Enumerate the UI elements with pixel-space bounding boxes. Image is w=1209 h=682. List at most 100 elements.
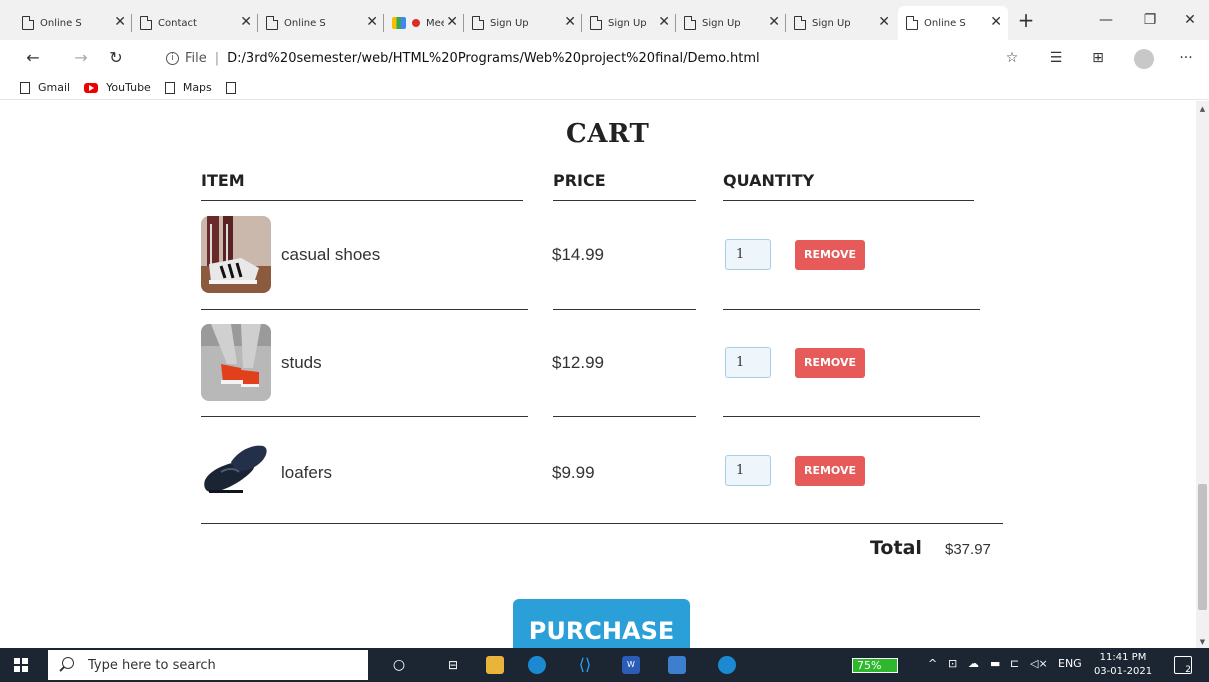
- page-icon: [164, 81, 175, 94]
- url-scheme: File: [185, 50, 207, 66]
- tab-title: Contact U: [158, 17, 200, 29]
- remove-button[interactable]: REMOVE: [795, 456, 865, 486]
- quantity-input[interactable]: 1: [725, 347, 771, 378]
- tab-title: Sign Up F: [608, 17, 650, 29]
- file-explorer-icon[interactable]: [486, 656, 504, 674]
- tab-title: Online Sh: [284, 17, 326, 29]
- network-icon[interactable]: ⊏: [1010, 657, 1019, 670]
- cortana-icon[interactable]: ○: [390, 656, 408, 674]
- teams-icon[interactable]: [668, 656, 686, 674]
- page-icon: [906, 16, 918, 30]
- browser-tab[interactable]: Contact U ✕: [132, 8, 258, 38]
- refresh-icon[interactable]: ↻: [105, 48, 127, 68]
- tab-title: Sign Up F: [702, 17, 744, 29]
- scrollbar-thumb[interactable]: [1198, 484, 1207, 610]
- word-icon[interactable]: W: [622, 656, 640, 674]
- windows-taskbar: Type here to search ○ ⊟ ⟨⟩ W 75% ^ ⊡ ☁ ▬…: [0, 648, 1209, 682]
- browser-tab[interactable]: Sign Up F ✕: [786, 8, 896, 38]
- bookmark-label: YouTube: [106, 81, 151, 94]
- divider: [723, 416, 980, 417]
- profile-avatar-icon[interactable]: [1134, 49, 1154, 69]
- column-header-item: ITEM: [201, 171, 245, 190]
- divider: [201, 309, 528, 310]
- minimize-icon[interactable]: —: [1096, 10, 1116, 30]
- divider: [201, 200, 523, 201]
- clock-time: 11:41 PM: [1099, 652, 1147, 663]
- bookmark-youtube[interactable]: YouTube: [84, 81, 151, 94]
- more-options-icon[interactable]: ···: [1176, 48, 1196, 68]
- info-icon[interactable]: i: [166, 51, 179, 65]
- language-indicator[interactable]: ENG: [1058, 657, 1082, 670]
- browser-tab[interactable]: Sign Up F ✕: [582, 8, 676, 38]
- item-name: studs: [281, 353, 322, 372]
- close-tab-icon[interactable]: ✕: [990, 14, 1002, 30]
- taskbar-clock[interactable]: 11:41 PM 03-01-2021: [1093, 651, 1153, 679]
- bookmark-label: Gmail: [38, 81, 71, 94]
- back-arrow-icon[interactable]: ←: [22, 48, 44, 68]
- tray-app-icon[interactable]: ⊡: [948, 657, 957, 670]
- product-image-loafers: [201, 432, 271, 509]
- divider: [553, 309, 696, 310]
- divider: [553, 416, 696, 417]
- close-tab-icon[interactable]: ✕: [658, 14, 670, 30]
- item-name: loafers: [281, 463, 333, 482]
- show-hidden-icons-icon[interactable]: ^: [928, 657, 937, 670]
- close-tab-icon[interactable]: ✕: [114, 14, 126, 30]
- scroll-down-arrow-icon[interactable]: ▼: [1196, 638, 1209, 646]
- forward-arrow-icon[interactable]: →: [70, 48, 92, 68]
- onedrive-cloud-icon[interactable]: ☁: [968, 657, 979, 670]
- close-tab-icon[interactable]: ✕: [878, 14, 890, 30]
- edge-browser-icon[interactable]: [528, 656, 546, 674]
- favorite-star-icon[interactable]: ☆: [1002, 48, 1022, 68]
- taskbar-search-input[interactable]: Type here to search: [48, 650, 368, 680]
- vertical-scrollbar[interactable]: ▲ ▼: [1196, 101, 1209, 648]
- browser-tab[interactable]: Online Sh ✕: [258, 8, 384, 38]
- search-placeholder: Type here to search: [88, 657, 216, 673]
- remove-button[interactable]: REMOVE: [795, 240, 865, 270]
- product-image-studs: [201, 324, 271, 401]
- item-price: $14.99: [552, 245, 604, 264]
- page-icon: [266, 16, 278, 30]
- remove-button[interactable]: REMOVE: [795, 348, 865, 378]
- close-window-icon[interactable]: ✕: [1180, 10, 1200, 30]
- search-icon: [62, 657, 74, 669]
- product-image-casual-shoes: [201, 216, 271, 293]
- collections-icon[interactable]: ⊞: [1088, 48, 1108, 68]
- vscode-icon[interactable]: ⟨⟩: [576, 656, 594, 674]
- bookmark-untitled[interactable]: [225, 81, 244, 94]
- browser-tab[interactable]: Meet ✕: [384, 8, 464, 38]
- purchase-button[interactable]: PURCHASE: [513, 599, 690, 648]
- new-tab-button[interactable]: +: [1016, 8, 1036, 32]
- notification-count: 2: [1185, 665, 1191, 675]
- scroll-up-arrow-icon[interactable]: ▲: [1196, 105, 1209, 113]
- divider: [201, 416, 528, 417]
- browser-tab[interactable]: Sign Up F ✕: [464, 8, 582, 38]
- close-tab-icon[interactable]: ✕: [366, 14, 378, 30]
- total-label: Total: [870, 537, 922, 559]
- address-bar[interactable]: i File | D:/3rd%20semester/web/HTML%20Pr…: [140, 44, 1030, 72]
- browser-tab[interactable]: Online Sh ✕: [14, 8, 132, 38]
- restore-icon[interactable]: ❐: [1140, 10, 1160, 30]
- youtube-icon: [84, 82, 99, 93]
- url-text[interactable]: D:/3rd%20semester/web/HTML%20Programs/We…: [227, 51, 759, 66]
- close-tab-icon[interactable]: ✕: [768, 14, 780, 30]
- quantity-input[interactable]: 1: [725, 455, 771, 486]
- close-tab-icon[interactable]: ✕: [564, 14, 576, 30]
- notification-center-icon[interactable]: 2: [1174, 656, 1192, 675]
- close-tab-icon[interactable]: ✕: [446, 14, 458, 30]
- quantity-input[interactable]: 1: [725, 239, 771, 270]
- battery-indicator[interactable]: 75%: [852, 658, 898, 673]
- task-view-icon[interactable]: ⊟: [444, 656, 462, 674]
- favorites-list-icon[interactable]: ☰: [1046, 48, 1066, 68]
- close-tab-icon[interactable]: ✕: [240, 14, 252, 30]
- divider: [723, 200, 974, 201]
- browser-tab-active[interactable]: Online Sh ✕: [898, 6, 1008, 40]
- bookmark-gmail[interactable]: Gmail: [20, 81, 70, 94]
- bookmark-maps[interactable]: Maps: [164, 81, 212, 94]
- battery-tray-icon[interactable]: ▬: [990, 657, 1000, 670]
- volume-muted-icon[interactable]: ◁×: [1030, 657, 1048, 670]
- page-icon: [22, 16, 34, 30]
- edge-browser-icon[interactable]: [718, 656, 736, 674]
- windows-start-icon[interactable]: [14, 658, 28, 672]
- browser-tab[interactable]: Sign Up F ✕: [676, 8, 786, 38]
